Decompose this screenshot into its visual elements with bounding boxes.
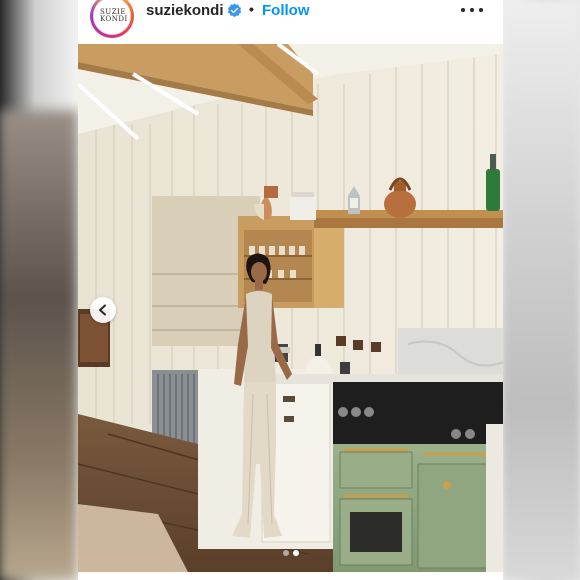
separator-dot: •	[249, 1, 254, 17]
post-header: SUZIE KONDI suziekondi • Follow	[78, 0, 503, 44]
kitchen-photo-illustration	[78, 44, 503, 572]
avatar-logo-text: SUZIE KONDI	[100, 8, 128, 23]
instagram-post-card: SUZIE KONDI suziekondi • Follow	[78, 0, 503, 580]
carousel-pagination	[78, 548, 503, 558]
verified-badge-icon	[227, 3, 242, 18]
carousel-prev-button[interactable]	[90, 297, 116, 323]
background-blur-left	[0, 110, 78, 580]
post-photo[interactable]	[78, 44, 503, 572]
more-dot	[461, 8, 465, 12]
avatar[interactable]: SUZIE KONDI	[90, 0, 134, 38]
more-dot	[470, 8, 474, 12]
follow-button[interactable]: Follow	[262, 2, 310, 19]
pagination-dot	[282, 550, 289, 556]
more-options-icon[interactable]	[461, 3, 483, 17]
background-blur-right	[502, 0, 580, 580]
avatar-inner: SUZIE KONDI	[93, 0, 131, 35]
more-dot	[479, 8, 483, 12]
pagination-dot	[292, 550, 299, 556]
chevron-left-icon	[99, 304, 106, 316]
username[interactable]: suziekondi	[146, 2, 224, 19]
